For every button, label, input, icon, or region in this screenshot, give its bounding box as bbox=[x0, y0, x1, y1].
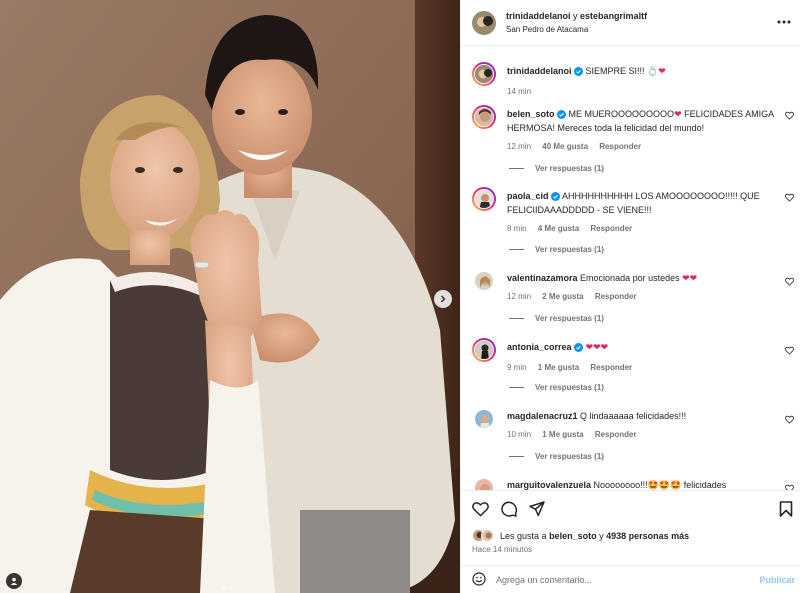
comment-text: Q lindaaaaaa felicidades!!! bbox=[580, 411, 687, 421]
likes-user[interactable]: belen_soto bbox=[549, 531, 597, 541]
commenter-username[interactable]: belen_soto bbox=[507, 109, 555, 119]
likes-summary[interactable]: Les gusta a belen_soto y 4938 personas m… bbox=[472, 529, 689, 542]
coauthor-username[interactable]: estebangrimaltf bbox=[580, 11, 647, 21]
comment-like-button[interactable] bbox=[785, 111, 794, 122]
engagement-photo bbox=[0, 0, 460, 593]
heart-outline-icon bbox=[785, 193, 794, 202]
commenter-username[interactable]: paola_cid bbox=[507, 191, 549, 201]
caption-avatar[interactable] bbox=[472, 62, 496, 86]
save-button[interactable] bbox=[779, 501, 793, 519]
commenter-avatar[interactable] bbox=[472, 407, 496, 431]
carousel-dot bbox=[229, 585, 233, 589]
comment-likes[interactable]: 4 Me gusta bbox=[538, 224, 579, 233]
comment-icon bbox=[501, 501, 518, 517]
verified-badge-icon bbox=[551, 192, 561, 204]
share-button[interactable] bbox=[529, 501, 545, 519]
post-location[interactable]: San Pedro de Atacama bbox=[506, 23, 647, 37]
reply-button[interactable]: Responder bbox=[599, 142, 641, 151]
comment-likes[interactable]: 1 Me gusta bbox=[538, 363, 579, 372]
comment-text: Noooooooo!!!🤩🤩🤩 felicidades bbox=[593, 480, 727, 490]
heart-outline-icon bbox=[785, 415, 794, 424]
commenter-username[interactable]: antonia_correa bbox=[507, 342, 572, 352]
comment-like-button[interactable] bbox=[785, 415, 794, 426]
more-horizontal-icon bbox=[777, 20, 791, 24]
comment-time: 12 min bbox=[507, 142, 532, 151]
verified-badge-icon bbox=[574, 67, 584, 79]
comment-time: 12 min bbox=[507, 292, 532, 301]
view-replies-button[interactable]: Ver respuestas (1) bbox=[509, 245, 604, 254]
author-avatar[interactable] bbox=[472, 10, 496, 35]
post-side-panel: trinidaddelanoi y estebangrimaltf San Pe… bbox=[460, 0, 800, 593]
commenter-avatar[interactable] bbox=[472, 338, 496, 362]
comment-input[interactable] bbox=[496, 575, 760, 585]
comment-time: 10 min bbox=[507, 430, 532, 439]
verified-badge-icon bbox=[557, 110, 567, 122]
comment-like-button[interactable] bbox=[785, 193, 794, 204]
post-time: Hace 14 minutos bbox=[472, 545, 533, 554]
likes-middle: y bbox=[599, 530, 604, 541]
reply-button[interactable]: Responder bbox=[590, 363, 632, 372]
commenter-username[interactable]: magdalenacruz1 bbox=[507, 411, 578, 421]
heart-emoji: ❤❤❤ bbox=[585, 342, 609, 352]
commenter-username[interactable]: valentinazamora bbox=[507, 273, 578, 283]
tagged-users-button[interactable] bbox=[6, 573, 22, 589]
comment-text: Emocionada por ustedes bbox=[580, 273, 680, 283]
comment-button[interactable] bbox=[501, 501, 518, 519]
comment-likes[interactable]: 40 Me gusta bbox=[542, 142, 588, 151]
user-icon bbox=[10, 577, 18, 585]
comments-list[interactable]: trinidaddelanoi SIEMPRE SI!!! 💍❤ 14 min … bbox=[461, 47, 800, 490]
comment-text: ME MUEROOOOOOOOO bbox=[568, 109, 675, 119]
comment-time: 8 min bbox=[507, 224, 527, 233]
comment-like-button[interactable] bbox=[785, 346, 794, 357]
heart-outline-icon bbox=[785, 346, 794, 355]
heart-outline-icon bbox=[472, 502, 489, 517]
commenter-avatar[interactable] bbox=[472, 269, 496, 293]
comment-composer: Publicar bbox=[461, 565, 800, 593]
comment-likes[interactable]: 1 Me gusta bbox=[542, 430, 583, 439]
reply-button[interactable]: Responder bbox=[595, 430, 637, 439]
caption-username[interactable]: trinidaddelanoi bbox=[507, 66, 572, 76]
heart-emoji: ❤ bbox=[658, 66, 666, 76]
view-replies-button[interactable]: Ver respuestas (1) bbox=[509, 314, 604, 323]
heart-emoji: ❤ bbox=[674, 109, 682, 119]
view-replies-button[interactable]: Ver respuestas (1) bbox=[509, 452, 604, 461]
commenter-avatar[interactable] bbox=[472, 476, 496, 490]
emoji-icon bbox=[472, 572, 486, 586]
commenter-avatar[interactable] bbox=[472, 187, 496, 211]
comment-like-button[interactable] bbox=[785, 277, 794, 288]
reply-button[interactable]: Responder bbox=[595, 292, 637, 301]
like-button[interactable] bbox=[472, 501, 489, 519]
carousel-indicator bbox=[222, 585, 233, 589]
post-actions: Les gusta a belen_soto y 4938 personas m… bbox=[461, 490, 800, 593]
post-photo[interactable] bbox=[0, 0, 460, 593]
likes-count[interactable]: 4938 personas más bbox=[606, 531, 689, 541]
verified-badge-icon bbox=[574, 343, 584, 355]
view-replies-button[interactable]: Ver respuestas (1) bbox=[509, 383, 604, 392]
caption-time: 14 min bbox=[507, 87, 532, 96]
chevron-right-icon bbox=[441, 295, 446, 303]
send-icon bbox=[529, 501, 545, 517]
heart-emoji: ❤❤ bbox=[682, 273, 698, 283]
post-comment-button[interactable]: Publicar bbox=[759, 575, 795, 585]
bookmark-icon bbox=[779, 501, 793, 517]
reply-button[interactable]: Responder bbox=[590, 224, 632, 233]
commenter-username[interactable]: marguitovalenzuela bbox=[507, 480, 591, 490]
next-slide-button[interactable] bbox=[434, 290, 452, 308]
header-conjunction: y bbox=[573, 10, 578, 21]
caption-text: SIEMPRE SI!!! 💍 bbox=[585, 66, 659, 76]
post-header: trinidaddelanoi y estebangrimaltf San Pe… bbox=[461, 0, 800, 46]
carousel-dot bbox=[222, 585, 226, 589]
more-options-button[interactable] bbox=[777, 16, 791, 26]
liker-avatar bbox=[481, 529, 494, 542]
heart-outline-icon bbox=[785, 111, 794, 120]
heart-outline-icon bbox=[785, 277, 794, 286]
comment-time: 9 min bbox=[507, 363, 527, 372]
author-username[interactable]: trinidaddelanoi bbox=[506, 11, 571, 21]
view-replies-button[interactable]: Ver respuestas (1) bbox=[509, 164, 604, 173]
comment-likes[interactable]: 2 Me gusta bbox=[542, 292, 583, 301]
likes-prefix: Les gusta a bbox=[500, 530, 547, 541]
emoji-button[interactable] bbox=[472, 572, 486, 588]
commenter-avatar[interactable] bbox=[472, 105, 496, 129]
